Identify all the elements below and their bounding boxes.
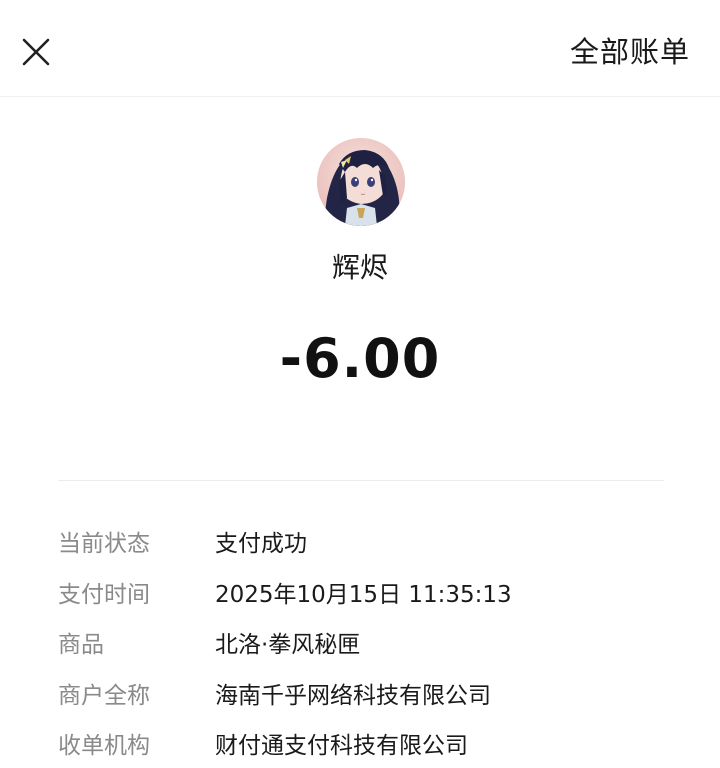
top-bar: 全部账单 (0, 0, 720, 97)
divider (58, 480, 664, 481)
detail-value: 财付通支付科技有限公司 (215, 733, 468, 759)
close-button[interactable] (14, 30, 58, 74)
detail-label: 商户全称 (58, 682, 150, 709)
transaction-details: 当前状态 支付成功 支付时间 2025年10月15日 11:35:13 商品 北… (58, 522, 698, 768)
detail-label: 支付时间 (58, 581, 150, 608)
merchant-name: 辉烬 (331, 251, 388, 284)
detail-value: 2025年10月15日 11:35:13 (215, 581, 512, 608)
bill-detail-page: 全部账单 辉烬 -6.00 当前状态 支付成功 支付时间 2025年10月15日… (0, 0, 720, 768)
detail-label: 当前状态 (58, 531, 150, 557)
merchant-avatar (317, 138, 405, 226)
detail-row-product: 商品 北洛·拳风秘匣 (58, 623, 698, 674)
detail-row-merchant-fullname: 商户全称 海南千乎网络科技有限公司 (58, 674, 698, 725)
all-bills-link[interactable]: 全部账单 (570, 34, 690, 70)
detail-value: 北洛·拳风秘匣 (215, 632, 361, 658)
detail-row-acquirer: 收单机构 财付通支付科技有限公司 (58, 724, 698, 768)
detail-label: 收单机构 (58, 733, 150, 759)
detail-label: 商品 (58, 632, 104, 658)
close-icon (22, 38, 50, 66)
transaction-amount: -6.00 (279, 327, 441, 390)
detail-value: 支付成功 (215, 531, 307, 557)
detail-row-payment-time: 支付时间 2025年10月15日 11:35:13 (58, 573, 698, 624)
detail-row-status: 当前状态 支付成功 (58, 522, 698, 573)
detail-value: 海南千乎网络科技有限公司 (215, 682, 491, 709)
